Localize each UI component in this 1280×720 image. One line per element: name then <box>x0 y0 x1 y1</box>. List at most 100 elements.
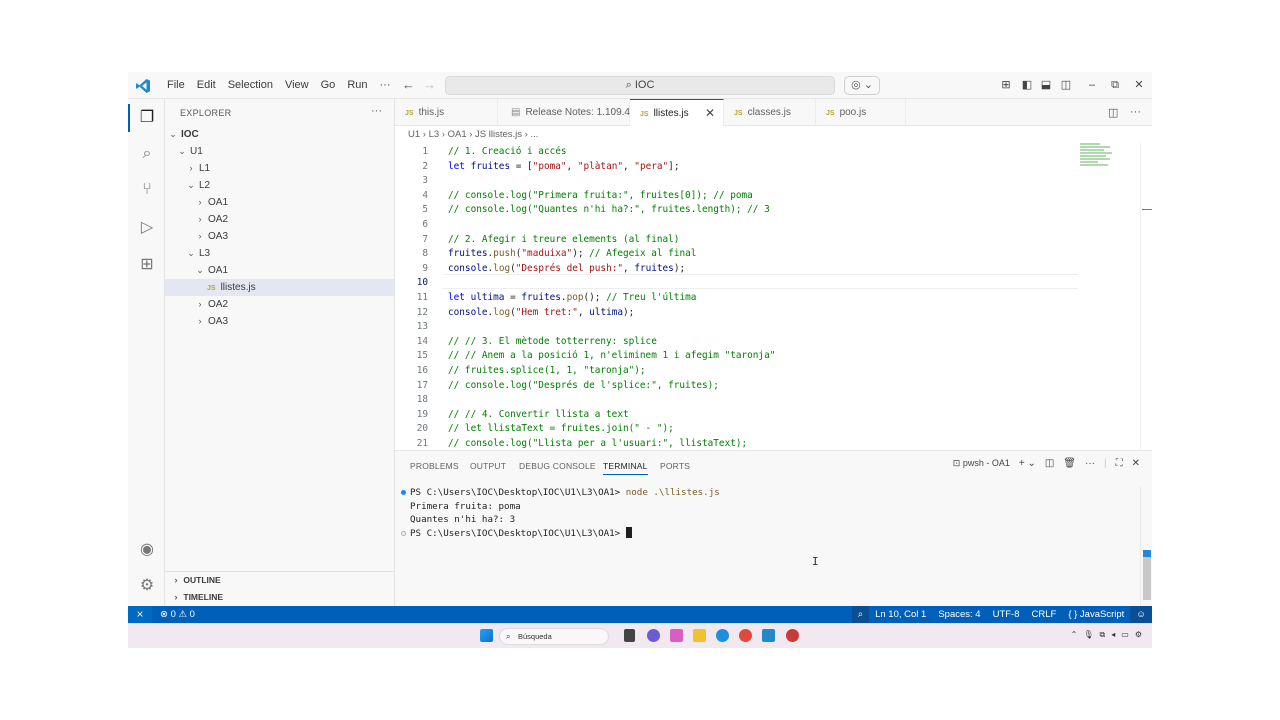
menu-selection[interactable]: Selection <box>222 79 279 92</box>
code-token: push <box>493 248 516 260</box>
forward-arrow-icon[interactable]: → <box>423 77 436 92</box>
new-terminal-icon[interactable]: + ⌄ <box>1019 458 1036 469</box>
tree-folder-item[interactable]: ⌄ U1 <box>165 143 394 160</box>
tree-folder-item[interactable]: › OA2 <box>165 211 394 228</box>
tab-this-js[interactable]: JS this.js <box>395 99 498 126</box>
command-center-search[interactable]: ⌕ IOC <box>445 76 835 95</box>
tab-terminal[interactable]: TERMINAL <box>603 461 648 475</box>
close-window-icon[interactable]: ✕ <box>1132 78 1146 92</box>
editor-scrollbar[interactable] <box>1140 143 1152 450</box>
code-editor[interactable]: 1// 1. Creació i accés 2 let fruites = ["p… <box>395 143 1152 450</box>
tab-poo-js[interactable]: JS poo.js <box>816 99 906 126</box>
minimap[interactable] <box>1080 143 1120 173</box>
explorer-icon[interactable]: ❐ <box>136 107 158 129</box>
search-view-icon[interactable]: ⌕ <box>136 143 158 165</box>
vscode-taskbar-icon[interactable] <box>762 629 775 642</box>
tree-folder-item[interactable]: ⌄ OA1 <box>165 262 394 279</box>
chrome-browser-icon[interactable] <box>739 629 752 642</box>
split-terminal-icon[interactable]: ◫ <box>1045 458 1054 469</box>
encoding[interactable]: UTF-8 <box>987 606 1026 623</box>
microphone-icon[interactable]: 🎙 <box>1083 630 1093 640</box>
breadcrumb[interactable]: U1 › L3 › OA1 › JS llistes.js › ... <box>395 126 1152 143</box>
tab-problems[interactable]: PROBLEMS <box>410 461 459 471</box>
code-token: "pera" <box>634 160 669 172</box>
toggle-panel-icon[interactable]: ⬓ <box>1039 78 1053 92</box>
back-arrow-icon[interactable]: ← <box>402 77 415 92</box>
end-of-line[interactable]: CRLF <box>1026 606 1063 623</box>
close-tab-icon[interactable]: ✕ <box>705 100 715 127</box>
copilot-status-icon[interactable]: ☺ <box>1130 606 1152 623</box>
menu-more[interactable]: ··· <box>374 79 397 92</box>
battery-icon[interactable]: ▭ <box>1121 630 1129 640</box>
minimize-icon[interactable]: – <box>1085 78 1099 92</box>
tree-folder-item[interactable]: › OA1 <box>165 194 394 211</box>
copilot-app-icon[interactable] <box>670 629 683 642</box>
network-icon[interactable]: ⧉ <box>1100 630 1106 640</box>
outline-section[interactable]: › OUTLINE <box>165 572 394 589</box>
tree-file-item[interactable]: JS llistes.js <box>165 279 394 296</box>
terminal-output[interactable]: PS C:\Users\IOC\Desktop\IOC\U1\L3\OA1> n… <box>395 486 1140 601</box>
code-line: 19 // // 4. Convertir llista a text <box>395 408 629 423</box>
edge-browser-icon[interactable] <box>716 629 729 642</box>
tab-output[interactable]: OUTPUT <box>470 461 506 471</box>
tab-llistes-js[interactable]: JS llistes.js ✕ <box>630 99 724 127</box>
toggle-secondary-sidebar-icon[interactable]: ◫ <box>1059 78 1073 92</box>
menu-run[interactable]: Run <box>341 79 373 92</box>
code-text: // console.log("Llista per a l'usuari:",… <box>448 437 747 450</box>
menu-file[interactable]: File <box>161 79 191 92</box>
tab-debug-console[interactable]: DEBUG CONSOLE <box>519 461 596 471</box>
terminal-shell-selector[interactable]: ⊡ pwsh - OA1 <box>953 458 1010 469</box>
menu-edit[interactable]: Edit <box>191 79 222 92</box>
zoom-icon[interactable]: ⌕ <box>851 606 870 623</box>
taskbar-search[interactable]: ⌕ Búsqueda <box>499 628 609 645</box>
indentation[interactable]: Spaces: 4 <box>932 606 986 623</box>
tree-folder-item[interactable]: › OA2 <box>165 296 394 313</box>
timeline-section[interactable]: › TIMELINE <box>165 589 394 606</box>
cursor-position[interactable]: Ln 10, Col 1 <box>869 606 932 623</box>
title-bar: File Edit Selection View Go Run ··· ← → … <box>128 72 1152 99</box>
toggle-sidebar-icon[interactable]: ◧ <box>1020 78 1034 92</box>
app-taskbar-icon[interactable] <box>786 629 799 642</box>
file-explorer-icon[interactable] <box>693 629 706 642</box>
accounts-icon[interactable]: ◉ <box>136 539 158 561</box>
editor-more-icon[interactable]: ··· <box>1130 106 1141 118</box>
volume-icon[interactable]: ◂ <box>1111 630 1115 640</box>
terminal-scrollbar[interactable] <box>1140 486 1152 607</box>
panel-more-icon[interactable]: ··· <box>1085 458 1095 469</box>
copilot-button[interactable]: ◎ ⌄ <box>844 76 880 95</box>
tree-folder-item[interactable]: › L1 <box>165 160 394 177</box>
customize-layout-icon[interactable]: ⊞ <box>999 78 1013 92</box>
source-control-icon[interactable]: ⑂ <box>136 179 158 201</box>
terminal-icon: ⊡ <box>952 458 961 468</box>
tab-ports[interactable]: PORTS <box>660 461 690 471</box>
menu-view[interactable]: View <box>279 79 315 92</box>
tree-folder-item[interactable]: ⌄ L2 <box>165 177 394 194</box>
explorer-more-icon[interactable]: ··· <box>371 105 382 117</box>
tab-classes-js[interactable]: JS classes.js <box>724 99 816 126</box>
language-mode[interactable]: { } JavaScript <box>1062 606 1130 623</box>
settings-gear-icon[interactable]: ⚙ <box>136 575 158 597</box>
extensions-icon[interactable]: ⊞ <box>136 254 158 276</box>
tree-folder-item[interactable]: ⌄ IOC <box>165 126 394 143</box>
remote-icon[interactable]: ⨯ <box>128 606 152 623</box>
menu-go[interactable]: Go <box>315 79 342 92</box>
chevron-up-icon[interactable]: ⌃ <box>1071 630 1078 640</box>
line-number: 17 <box>416 379 428 391</box>
maximize-panel-icon[interactable]: ⛶ <box>1116 458 1123 469</box>
chat-icon[interactable] <box>647 629 660 642</box>
tree-folder-item[interactable]: › OA3 <box>165 228 394 245</box>
tree-folder-item[interactable]: › OA3 <box>165 313 394 330</box>
windows-start-icon[interactable] <box>480 629 493 642</box>
tab-release-notes[interactable]: ▤ Release Notes: 1.109.4 <box>498 99 630 126</box>
kill-terminal-icon[interactable]: 🗑 <box>1063 458 1076 469</box>
code-token: // fruites.splice(1, 1, "taronja"); <box>448 365 646 376</box>
restore-icon[interactable]: ⧉ <box>1108 78 1122 92</box>
problems-status[interactable]: ⊗ 0 ⚠ 0 <box>160 606 195 623</box>
tree-folder-item[interactable]: ⌄ L3 <box>165 245 394 262</box>
run-debug-icon[interactable]: ▷ <box>136 217 158 239</box>
task-view-icon[interactable] <box>624 629 635 642</box>
close-panel-icon[interactable]: ✕ <box>1132 458 1140 469</box>
split-editor-icon[interactable]: ◫ <box>1108 106 1118 119</box>
scroll-thumb[interactable] <box>1143 552 1151 600</box>
notifications-icon[interactable]: ⚙ <box>1135 630 1142 640</box>
